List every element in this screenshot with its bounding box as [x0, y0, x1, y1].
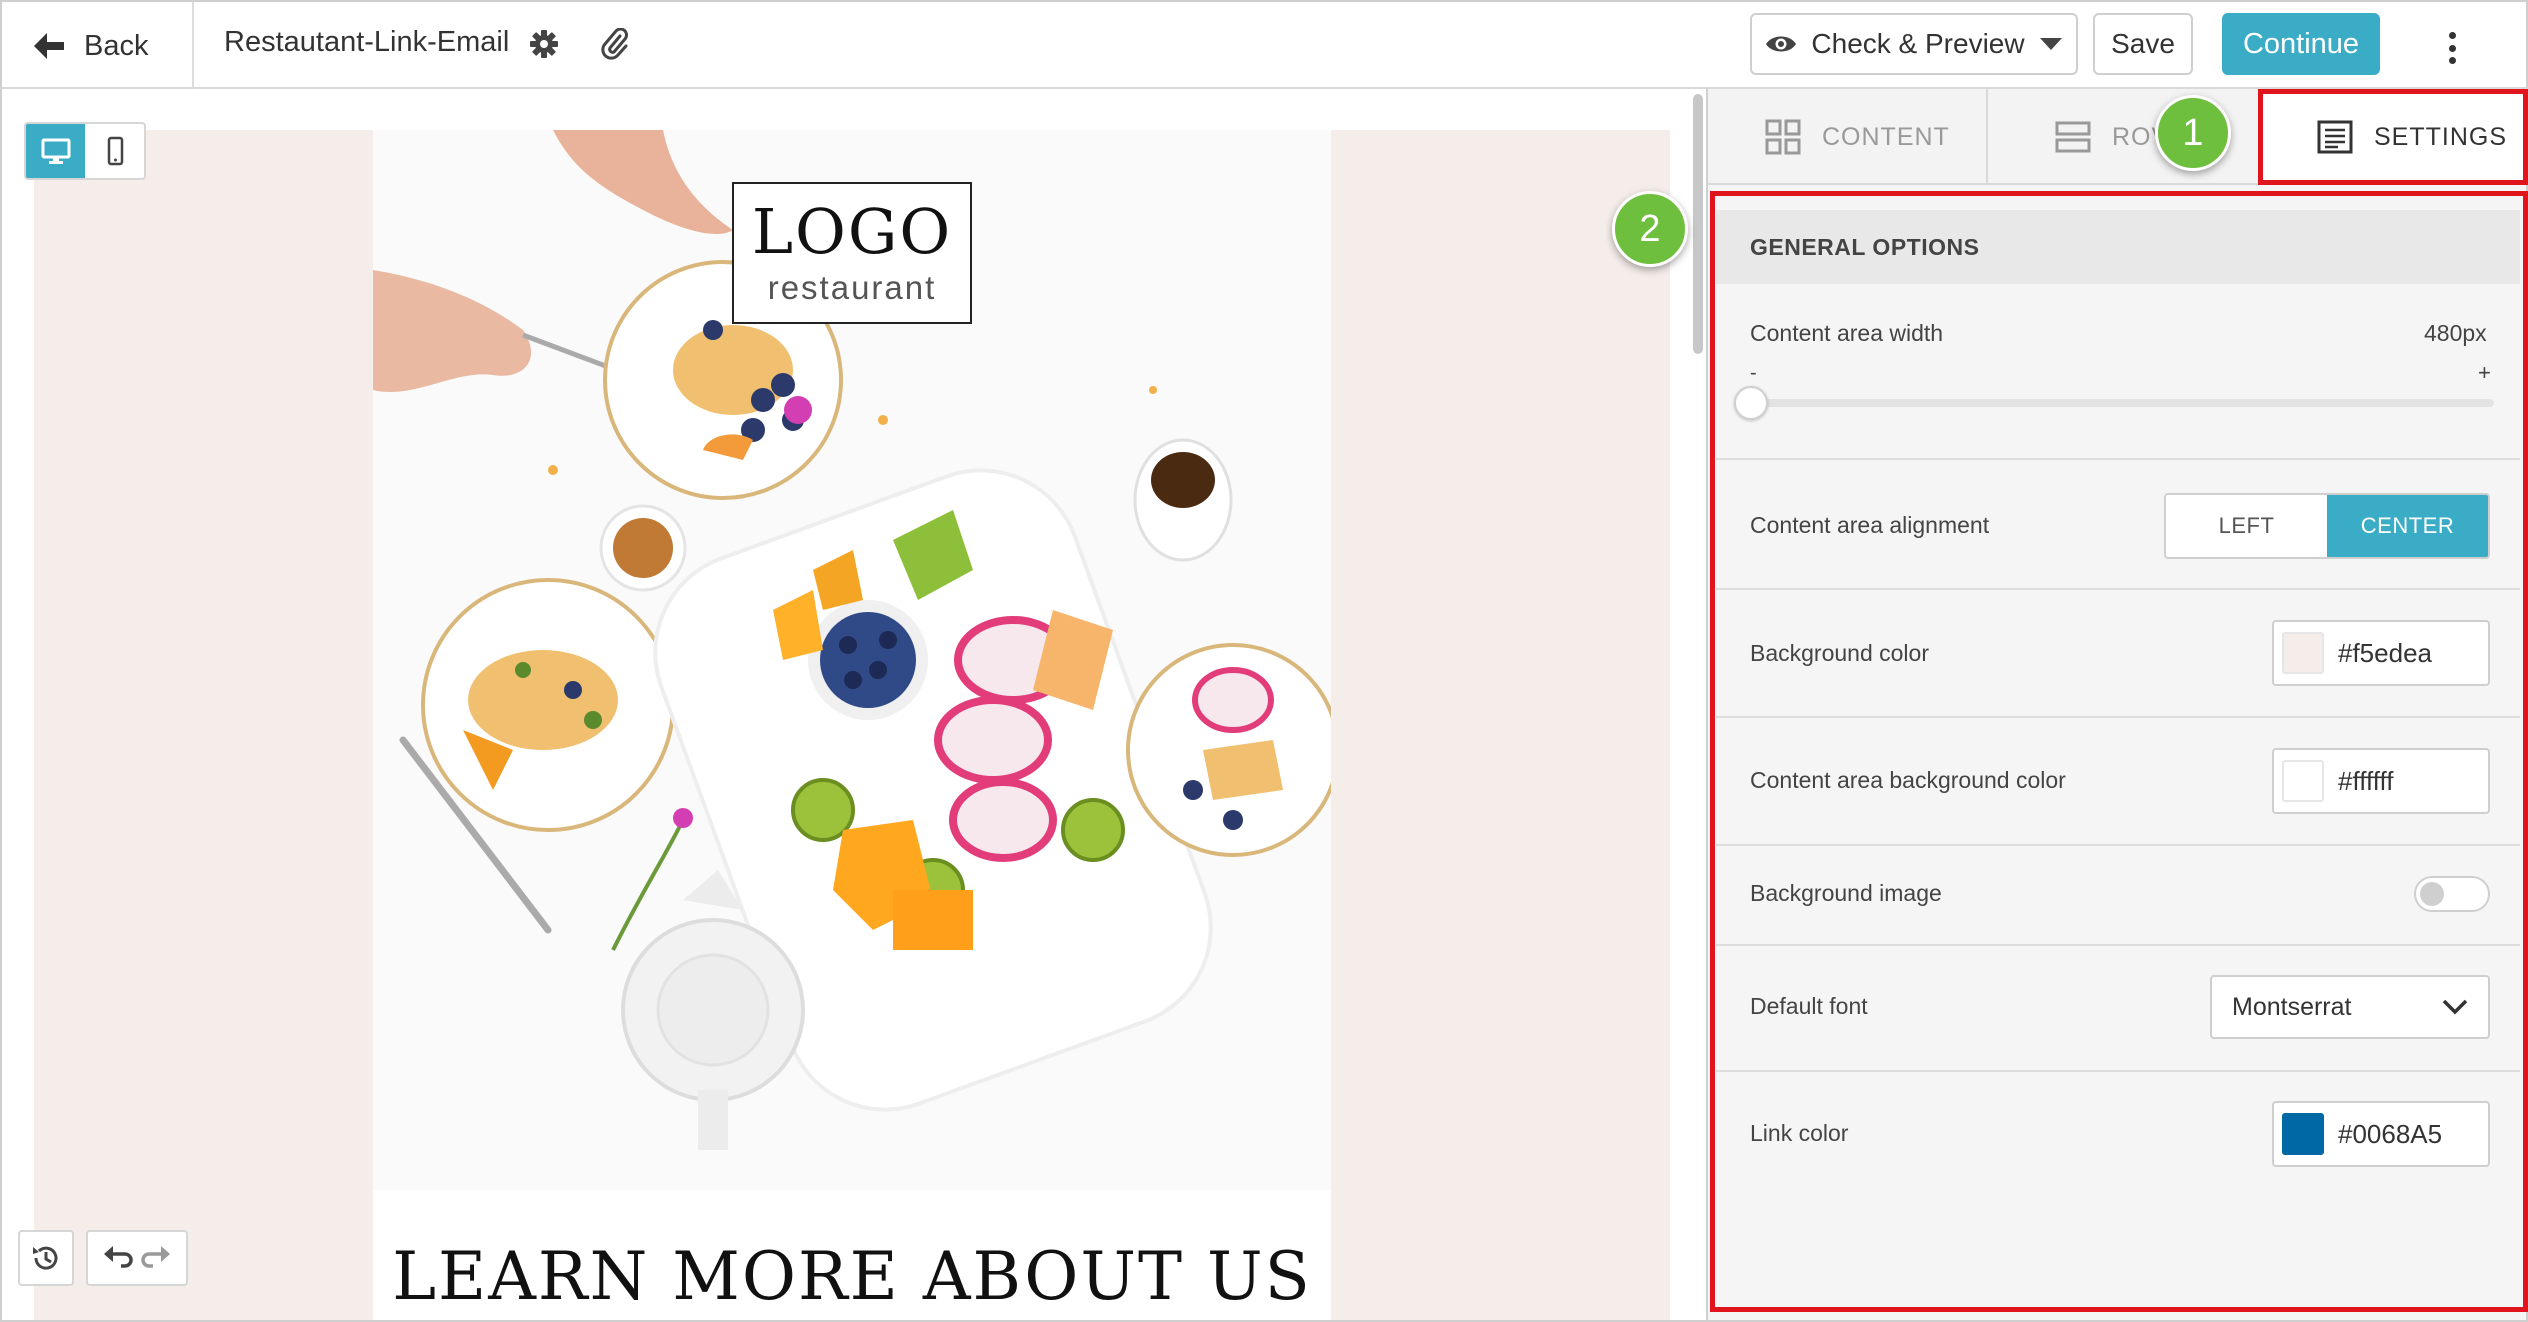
tab-content[interactable]: CONTENT [1708, 89, 1988, 185]
mobile-icon [107, 136, 123, 166]
logo-subtext: restaurant [767, 269, 937, 306]
rows-icon [2055, 121, 2091, 153]
redo-icon[interactable] [141, 1242, 173, 1274]
email-headline[interactable]: LEARN MORE ABOUT US [373, 1238, 1331, 1315]
grid-icon [1765, 119, 1801, 155]
logo-text: LOGO [751, 195, 953, 268]
canvas-scrollbar[interactable] [1693, 94, 1703, 354]
eye-icon [1766, 36, 1797, 52]
paperclip-icon[interactable] [600, 28, 630, 60]
history-toolbar [18, 1230, 188, 1286]
logo-block[interactable]: LOGO restaurant [732, 182, 972, 324]
back-button[interactable]: Back [32, 24, 148, 68]
undo-redo-group [86, 1230, 188, 1286]
check-preview-label: Check & Preview [1811, 28, 2025, 59]
back-label: Back [84, 29, 149, 62]
device-toggle [24, 122, 146, 180]
history-button[interactable] [18, 1230, 74, 1286]
history-icon [33, 1246, 58, 1270]
toolbar-divider [192, 2, 194, 89]
step-marker-1: 1 [2155, 95, 2231, 171]
document-title: Restautant-Link-Email [224, 26, 510, 58]
email-canvas: LOGO restaurant LEARN MORE ABOUT US [0, 89, 1706, 1322]
mobile-view-button[interactable] [85, 124, 144, 178]
email-content-area[interactable]: LOGO restaurant LEARN MORE ABOUT US [373, 130, 1331, 1320]
settings-tab-highlight [2258, 89, 2528, 185]
caret-down-icon [2039, 38, 2062, 50]
gear-icon[interactable] [528, 28, 560, 60]
general-options-highlight [1710, 191, 2528, 1312]
check-preview-button[interactable]: Check & Preview [1750, 13, 2078, 75]
desktop-icon [41, 138, 70, 164]
tab-content-label: CONTENT [1822, 122, 1950, 151]
more-options-icon[interactable] [2440, 28, 2464, 68]
continue-button[interactable]: Continue [2222, 13, 2380, 75]
save-button[interactable]: Save [2093, 13, 2193, 75]
top-toolbar: Back Restautant-Link-Email Check & Previ… [0, 0, 2528, 89]
arrow-left-icon [34, 33, 64, 59]
undo-icon[interactable] [101, 1242, 133, 1274]
desktop-view-button[interactable] [26, 124, 85, 178]
step-marker-2: 2 [1612, 191, 1688, 267]
